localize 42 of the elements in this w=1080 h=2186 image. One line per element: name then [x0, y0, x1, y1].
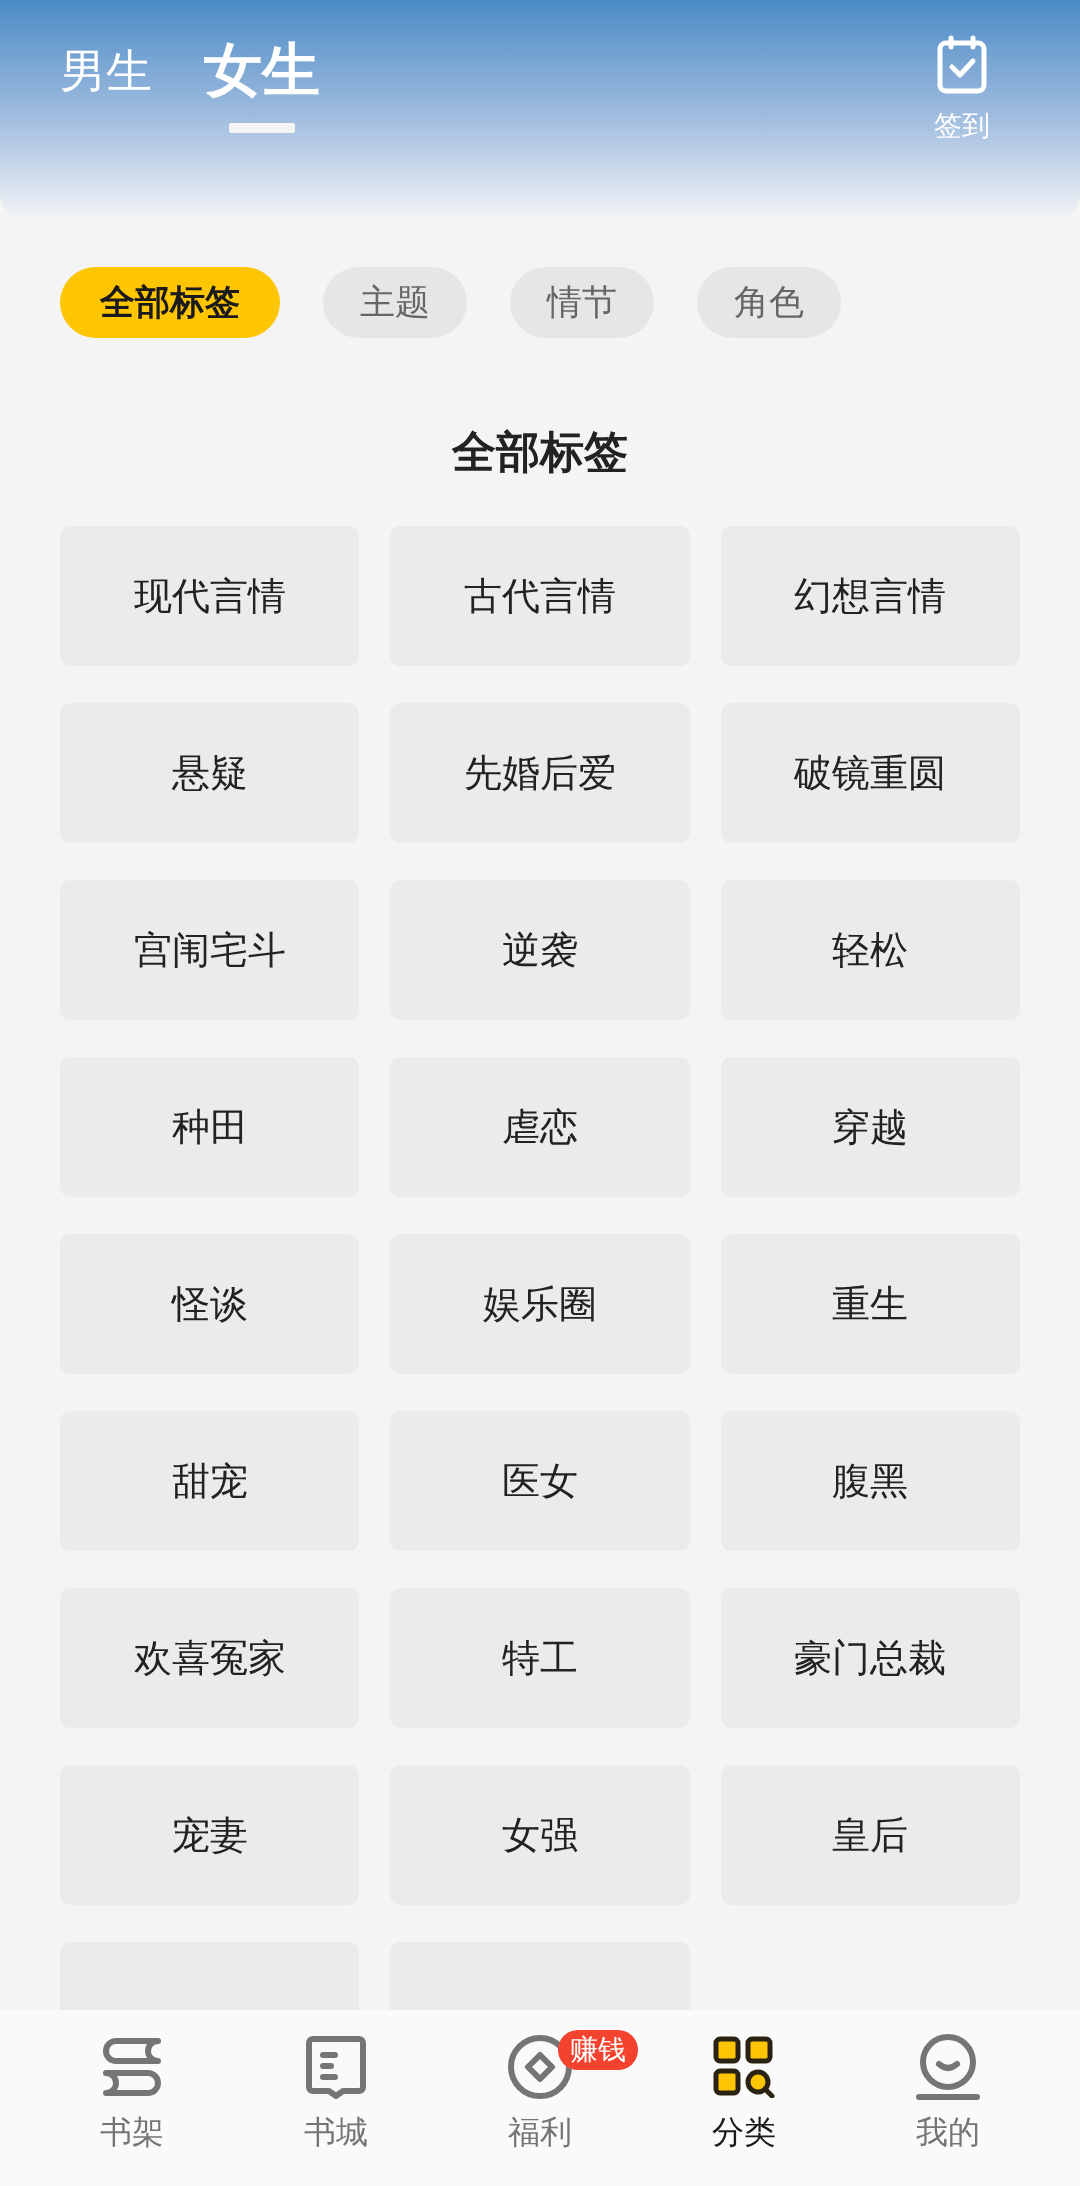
filter-chip[interactable]: 全部标签 — [60, 267, 280, 338]
nav-tab[interactable]: 书架 — [30, 2032, 234, 2156]
filter-chip[interactable]: 主题 — [323, 267, 467, 338]
tag-button[interactable]: 皇后 — [720, 1765, 1020, 1905]
tag-button[interactable]: 古代言情 — [390, 526, 690, 666]
tag-button[interactable]: 女强 — [390, 1765, 690, 1905]
tag-button[interactable]: 怪谈 — [60, 1234, 360, 1374]
tag-button[interactable]: 现代言情 — [60, 526, 360, 666]
tag-button[interactable]: 医女 — [390, 1411, 690, 1551]
tag-button[interactable]: 宠妻 — [60, 1765, 360, 1905]
tag-button[interactable]: 穿越 — [720, 1057, 1020, 1197]
tag-button[interactable]: 种田 — [60, 1057, 360, 1197]
nav-tab[interactable]: 我的 — [846, 2032, 1050, 2156]
tag-button[interactable]: 轻松 — [720, 880, 1020, 1020]
filter-chip[interactable]: 情节 — [510, 267, 654, 338]
filter-chip[interactable]: 角色 — [697, 267, 841, 338]
tag-button[interactable]: 幻想言情 — [720, 526, 1020, 666]
tag-button[interactable]: 欢喜冤家 — [60, 1588, 360, 1728]
tag-button[interactable]: 豪门总裁 — [720, 1588, 1020, 1728]
open-book-icon — [305, 2035, 367, 2099]
tag-button[interactable]: 逆袭 — [390, 880, 690, 1020]
smiley-user-icon — [916, 2034, 980, 2100]
tag-button[interactable]: 腹黑 — [720, 1411, 1020, 1551]
tag-button[interactable]: 虐恋 — [390, 1057, 690, 1197]
tag-button[interactable]: 重生 — [720, 1234, 1020, 1374]
section-title: 全部标签 — [451, 426, 629, 478]
clipboard-check-icon — [936, 35, 988, 95]
tag-button[interactable]: 先婚后爱 — [390, 703, 690, 843]
tag-button[interactable]: 甜宠 — [60, 1411, 360, 1551]
tag-button[interactable]: 悬疑 — [60, 703, 360, 843]
tag-button[interactable]: 破镜重圆 — [720, 703, 1020, 843]
tag-button[interactable]: 娱乐圈 — [390, 1234, 690, 1374]
coin-icon — [507, 2034, 573, 2100]
nav-tab[interactable]: 分类 — [642, 2032, 846, 2156]
nav-tab[interactable]: 赚钱 福利 — [438, 2032, 642, 2156]
tag-button[interactable]: 特工 — [390, 1588, 690, 1728]
tab-indicator — [229, 123, 295, 133]
tag-button[interactable]: 宫闱宅斗 — [60, 880, 360, 1020]
category-grid-icon — [713, 2036, 775, 2098]
book-stack-icon — [100, 2035, 164, 2099]
nav-tab[interactable]: 书城 — [234, 2032, 438, 2156]
earn-badge: 赚钱 — [558, 2030, 638, 2070]
